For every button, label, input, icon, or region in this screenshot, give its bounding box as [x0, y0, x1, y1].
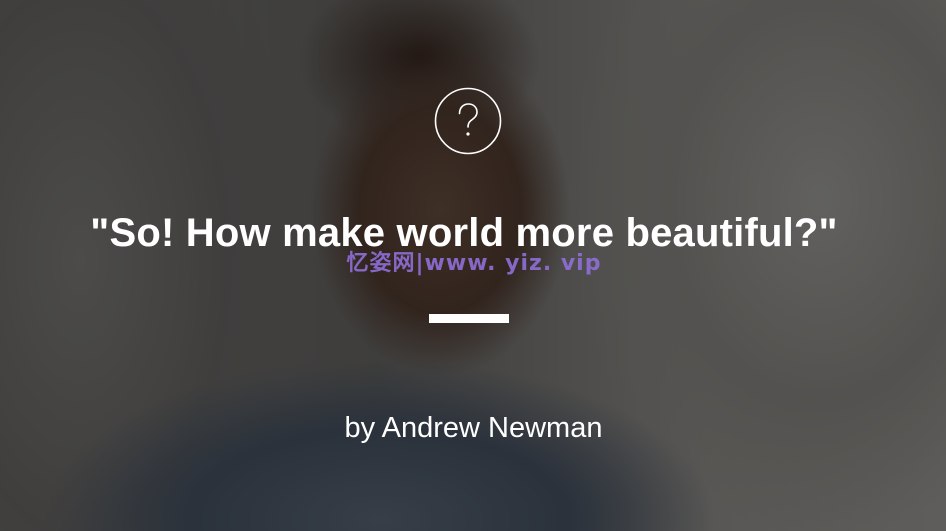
divider-bar — [429, 314, 509, 323]
hero-section: "So! How make world more beautiful?" 忆姿网… — [0, 0, 946, 531]
hero-content: "So! How make world more beautiful?" 忆姿网… — [0, 0, 946, 531]
question-circle-icon — [434, 87, 502, 155]
watermark-text: 忆姿网|www. yiz. vip — [346, 251, 602, 276]
author-byline: by Andrew Newman — [344, 412, 603, 444]
